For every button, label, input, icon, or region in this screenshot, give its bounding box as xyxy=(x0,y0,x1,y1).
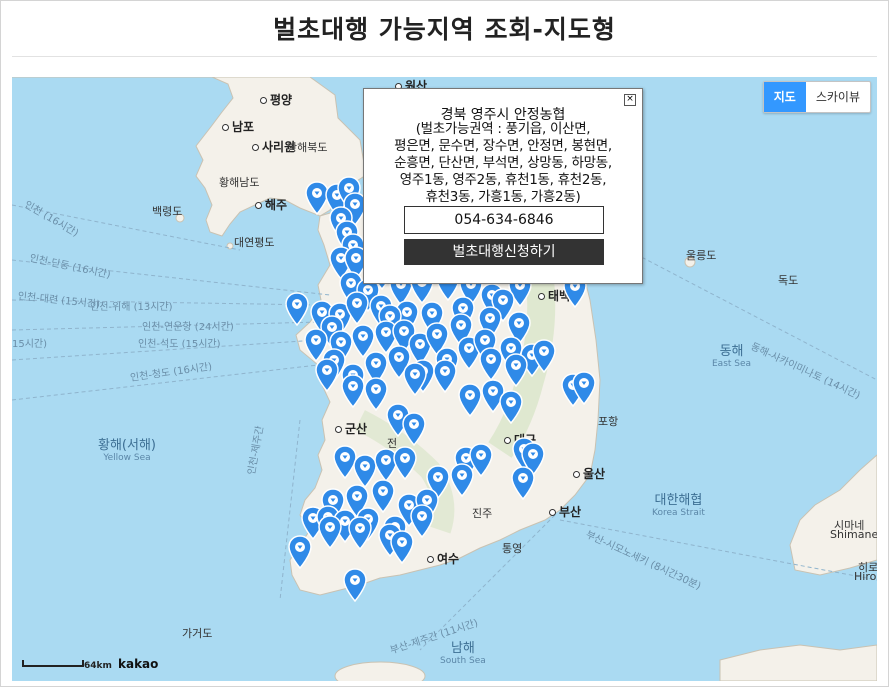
location-marker[interactable] xyxy=(315,358,339,392)
service-area-line: 순흥면, 단산면, 부석면, 상망동, 하망동, xyxy=(394,155,612,171)
route-label-15: 15시간) xyxy=(12,339,48,350)
service-area-line: (벌초가능권역 : 풍기읍, 이산면, xyxy=(415,121,591,137)
location-marker[interactable] xyxy=(288,535,312,569)
service-area-line: 영주1동, 영주2동, 휴천1동, 휴천2동, xyxy=(399,172,607,188)
map-pin-icon xyxy=(403,362,427,396)
sea-label-east: 동해 East Sea xyxy=(712,344,752,369)
location-marker[interactable] xyxy=(343,568,367,602)
map-label-gunsan: 군산 xyxy=(335,420,367,437)
info-window-phone: 054-634-6846 xyxy=(404,206,604,234)
location-marker[interactable] xyxy=(285,292,309,326)
map-pin-icon xyxy=(458,383,482,417)
map-pin-icon xyxy=(532,339,556,373)
map-label-tongyeong: 통영 xyxy=(502,542,523,555)
land-japan xyxy=(789,454,877,576)
map-label-nampo: 남포 xyxy=(222,118,254,135)
map-label-pyongyang: 평양 xyxy=(260,91,292,108)
skyview-type-button[interactable]: 스카이뷰 xyxy=(806,82,870,112)
apply-button[interactable]: 벌초대행신청하기 xyxy=(404,239,604,265)
sea-label-korea-strait: 대한해협 Korea Strait xyxy=(652,493,705,518)
location-marker[interactable] xyxy=(572,371,596,405)
map-label-daeyeonpyeong: 대연평도 xyxy=(234,236,275,249)
location-marker[interactable] xyxy=(364,377,388,411)
map-pin-icon xyxy=(315,358,339,392)
map-pin-icon xyxy=(450,463,474,497)
map-pin-icon xyxy=(288,535,312,569)
map-pin-icon xyxy=(348,516,372,550)
map-type-button[interactable]: 지도 xyxy=(763,82,806,112)
route-label-incheon-yantai: 인천-연운항 (24시간) xyxy=(142,322,234,333)
location-marker[interactable] xyxy=(345,291,369,325)
map-pin-icon xyxy=(390,530,414,564)
map-label-hiro-en: Hiros xyxy=(854,570,877,583)
location-marker[interactable] xyxy=(433,359,457,393)
map-view[interactable]: 평양 남포 사리원 해주 원산 황해북도 황해남도 백령도 대연평도 울릉도 독… xyxy=(12,77,877,681)
sea-label-yellow: 황해(서해) Yellow Sea xyxy=(98,438,156,463)
location-marker[interactable] xyxy=(341,374,365,408)
map-label-yeosu: 여수 xyxy=(427,550,459,567)
kakao-logo: kakao xyxy=(118,657,159,671)
map-label-ulleung: 울릉도 xyxy=(686,249,717,262)
map-label-shimane-en: Shimane xyxy=(830,528,877,541)
location-marker[interactable] xyxy=(458,383,482,417)
service-area-line: 휴천3동, 가흥1동, 가흥2동) xyxy=(425,189,581,205)
map-pin-icon xyxy=(511,466,535,500)
land-jeju xyxy=(334,661,426,681)
title-divider xyxy=(12,56,877,57)
location-marker[interactable] xyxy=(318,515,342,549)
info-window: × 경북 영주시 안정농협 (벌초가능권역 : 풍기읍, 이산면, 평은면, 문… xyxy=(363,88,643,284)
map-pin-icon xyxy=(499,390,523,424)
location-marker[interactable] xyxy=(393,446,417,480)
map-pin-icon xyxy=(341,374,365,408)
map-pin-icon xyxy=(318,515,342,549)
map-label-dok: 독도 xyxy=(778,274,799,287)
location-marker[interactable] xyxy=(390,530,414,564)
location-marker[interactable] xyxy=(532,339,556,373)
scale-bar xyxy=(22,660,84,667)
map-pin-icon xyxy=(402,412,426,446)
scale-label: 64km xyxy=(84,661,112,671)
map-pin-icon xyxy=(572,371,596,405)
location-marker[interactable] xyxy=(499,390,523,424)
location-marker[interactable] xyxy=(402,412,426,446)
service-area-line: 평은면, 문수면, 장수면, 안정면, 봉현면, xyxy=(394,138,612,154)
map-pin-icon xyxy=(285,292,309,326)
map-pin-icon xyxy=(345,291,369,325)
map-pin-icon xyxy=(479,347,503,381)
page-title: 벌초대행 가능지역 조회-지도형 xyxy=(273,15,616,44)
map-label-ulsan: 울산 xyxy=(573,465,605,482)
map-label-busan: 부산 xyxy=(549,503,581,520)
map-pin-icon xyxy=(343,568,367,602)
land-japan-south xyxy=(719,644,877,681)
sea-label-south: 남해 South Sea xyxy=(440,641,486,666)
route-label-incheon-shidao: 인천-석도 (15시간) xyxy=(138,339,221,350)
location-marker[interactable] xyxy=(511,466,535,500)
location-marker[interactable] xyxy=(450,463,474,497)
route-label-incheon-weihai: 인천-위해 (13시간) xyxy=(90,302,173,313)
map-label-jinju: 진주 xyxy=(472,507,493,520)
map-label-hwanghae-north: 황해북도 xyxy=(287,141,328,154)
map-label-pohang: 포항 xyxy=(598,415,619,428)
map-pin-icon xyxy=(433,359,457,393)
location-marker[interactable] xyxy=(479,347,503,381)
map-label-baengnyeong: 백령도 xyxy=(152,205,183,218)
map-label-haeju: 해주 xyxy=(255,196,287,213)
map-pin-icon xyxy=(504,353,528,387)
map-pin-icon xyxy=(393,446,417,480)
map-type-control: 지도 스카이뷰 xyxy=(762,81,871,113)
location-marker[interactable] xyxy=(504,353,528,387)
map-pin-icon xyxy=(364,377,388,411)
info-window-service-area: (벌초가능권역 : 풍기읍, 이산면, 평은면, 문수면, 장수면, 안정면, … xyxy=(366,121,640,206)
location-marker[interactable] xyxy=(403,362,427,396)
location-marker[interactable] xyxy=(348,516,372,550)
map-label-hwanghae-south: 황해남도 xyxy=(219,176,260,189)
map-label-gageo: 가거도 xyxy=(182,627,213,640)
